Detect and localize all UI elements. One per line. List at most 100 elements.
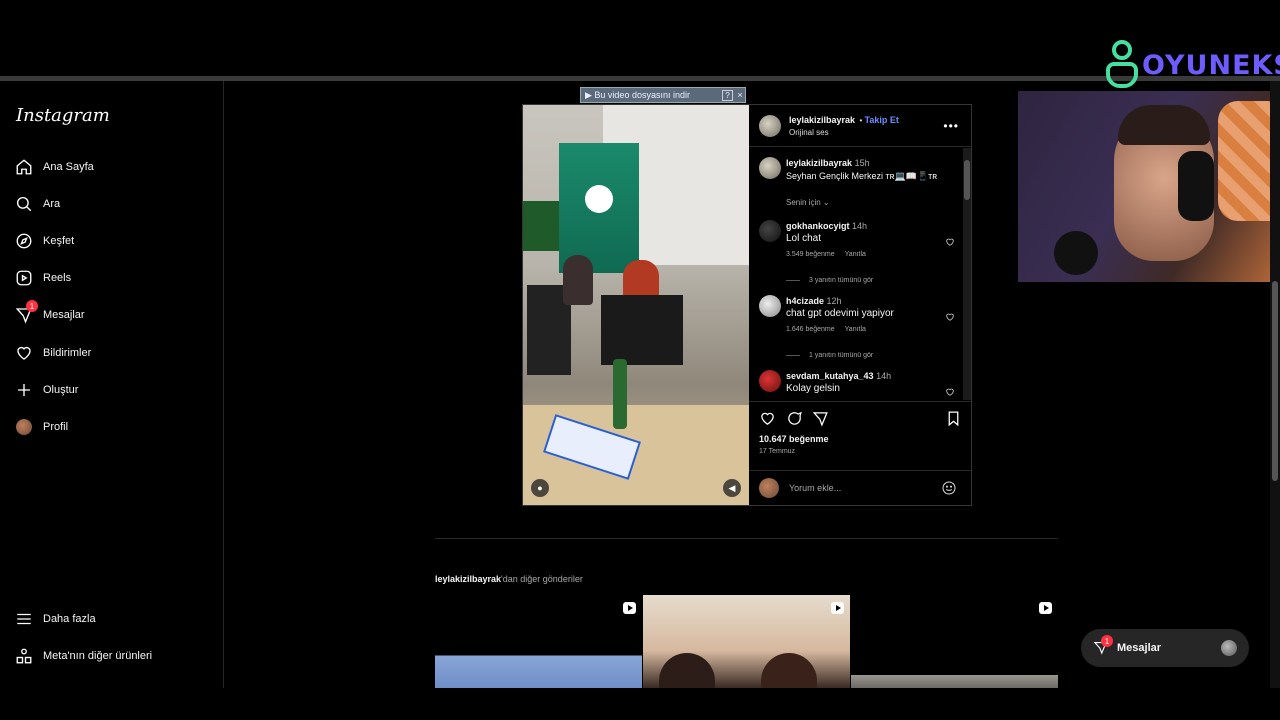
messages-pill[interactable]: 1 Mesajlar bbox=[1081, 629, 1249, 667]
sidebar-item-profile[interactable]: Profil bbox=[14, 415, 68, 439]
messages-badge: 1 bbox=[26, 300, 38, 312]
video-banner bbox=[559, 143, 639, 273]
post-actions: 10.647 beğenme 17 Temmuz bbox=[749, 401, 971, 505]
caption-line: leylakizilbayrak 15h bbox=[786, 157, 946, 169]
sidebar-item-label: Ana Sayfa bbox=[43, 161, 94, 173]
comment-user[interactable]: gokhankocyigt bbox=[786, 221, 850, 231]
sidebar-item-explore[interactable]: Keşfet bbox=[14, 229, 74, 253]
like-comment-icon[interactable] bbox=[945, 234, 955, 246]
reels-icon bbox=[623, 602, 636, 614]
view-replies[interactable]: 3 yanıtın tümünü gör bbox=[786, 277, 873, 284]
instagram-logo[interactable]: Instagram bbox=[16, 105, 110, 126]
share-icon[interactable] bbox=[812, 410, 830, 428]
comment-likes[interactable]: 3.549 beğenme bbox=[786, 251, 835, 258]
caption-user[interactable]: leylakizilbayrak bbox=[786, 158, 852, 168]
view-replies-label: 3 yanıtın tümünü gör bbox=[809, 277, 874, 284]
avatar[interactable] bbox=[759, 295, 781, 317]
sidebar-item-label: Profil bbox=[43, 421, 69, 433]
comment-user[interactable]: sevdam_kutahya_43 bbox=[786, 371, 874, 381]
like-comment-icon[interactable] bbox=[945, 309, 955, 321]
grid-person bbox=[659, 653, 715, 688]
page-scrollbar[interactable] bbox=[1270, 81, 1280, 688]
sort-dropdown[interactable]: Senin için ⌄ bbox=[786, 198, 830, 207]
like-comment-icon[interactable] bbox=[945, 384, 955, 396]
replies-dash bbox=[786, 355, 800, 356]
comment-body: gokhankocyigt 14h Lol chat 3.549 beğenme… bbox=[786, 220, 946, 258]
comment-icon[interactable] bbox=[786, 410, 804, 428]
grid-person bbox=[761, 653, 817, 688]
sidebar-item-meta-products[interactable]: Meta'nın diğer ürünleri bbox=[14, 644, 152, 668]
close-button[interactable]: × bbox=[735, 90, 745, 100]
comment-input[interactable] bbox=[789, 482, 929, 493]
sidebar-item-home[interactable]: Ana Sayfa bbox=[14, 155, 94, 179]
post-date: 17 Temmuz bbox=[759, 448, 796, 455]
sidebar-item-create[interactable]: Oluştur bbox=[14, 378, 78, 402]
webcam-headset bbox=[1178, 151, 1214, 221]
sidebar-item-messages[interactable]: 1 Mesajlar bbox=[14, 300, 85, 327]
post-sidebar: leylakizilbayrak • Takip Et Orijinal ses… bbox=[749, 105, 971, 505]
more-posts-suffix: 'dan diğer gönderiler bbox=[501, 574, 583, 584]
comment-likes[interactable]: 1.646 beğenme bbox=[786, 326, 835, 333]
comment-time: 14h bbox=[876, 371, 892, 381]
bookmark-icon[interactable] bbox=[945, 410, 963, 428]
reply-button[interactable]: Yanıtla bbox=[845, 326, 866, 333]
caption-text: Seyhan Gençlik Merkezi ᴛʀ💻📖📱ᴛʀ bbox=[786, 171, 938, 181]
sidebar-item-more[interactable]: Daha fazla bbox=[14, 607, 96, 631]
emoji-icon[interactable] bbox=[941, 480, 957, 496]
browser-top-area bbox=[0, 0, 1280, 76]
like-count[interactable]: 10.647 beğenme bbox=[759, 434, 829, 444]
comment-text: Lol chat bbox=[786, 233, 822, 244]
scrollbar-thumb[interactable] bbox=[964, 160, 970, 200]
grid-post[interactable] bbox=[435, 595, 642, 688]
volume-icon[interactable]: ◀ bbox=[723, 479, 741, 497]
avatar[interactable] bbox=[759, 157, 781, 179]
sidebar-item-label: Oluştur bbox=[43, 384, 79, 396]
avatar[interactable] bbox=[759, 370, 781, 392]
brand-glyph-head bbox=[1112, 40, 1132, 60]
like-icon[interactable] bbox=[759, 410, 777, 428]
sidebar-item-reels[interactable]: Reels bbox=[14, 266, 71, 290]
stream-brand-logo: OYUNEKS bbox=[1104, 40, 1280, 90]
caption-time: 15h bbox=[854, 158, 870, 168]
more-options-icon[interactable]: ••• bbox=[943, 119, 959, 133]
grid-post[interactable] bbox=[851, 595, 1058, 688]
comment-body: sevdam_kutahya_43 14h Kolay gelsin bbox=[786, 370, 946, 396]
video-monitor bbox=[601, 295, 683, 365]
audio-label[interactable]: Orijinal ses bbox=[789, 127, 899, 139]
post-header-line: leylakizilbayrak • Takip Et bbox=[789, 113, 899, 127]
comment-line: gokhankocyigt 14h bbox=[786, 220, 946, 232]
download-video-bar[interactable]: ▶ Bu video dosyasını indir ? × bbox=[580, 87, 746, 103]
reels-icon bbox=[1039, 602, 1052, 614]
brand-text: OYUNEKS bbox=[1142, 49, 1280, 81]
more-posts-user[interactable]: leylakizilbayrak bbox=[435, 574, 501, 584]
comments-scrollbar[interactable] bbox=[963, 148, 971, 400]
help-button[interactable]: ? bbox=[722, 89, 733, 101]
avatar[interactable] bbox=[759, 114, 781, 137]
grid-post[interactable] bbox=[643, 595, 850, 688]
avatar[interactable] bbox=[759, 220, 781, 242]
post-author[interactable]: leylakizilbayrak bbox=[789, 115, 855, 125]
comment-user[interactable]: h4cizade bbox=[786, 296, 824, 306]
view-replies[interactable]: 1 yanıtın tümünü gör bbox=[786, 352, 873, 359]
caption-body: leylakizilbayrak 15h Seyhan Gençlik Merk… bbox=[786, 157, 946, 183]
avatar bbox=[16, 419, 32, 435]
scrollbar-thumb[interactable] bbox=[1272, 281, 1278, 481]
comments-list[interactable]: leylakizilbayrak 15h Seyhan Gençlik Merk… bbox=[749, 148, 971, 400]
tagged-user-icon[interactable]: ● bbox=[531, 479, 549, 497]
avatar bbox=[1221, 640, 1237, 656]
more-posts-heading: leylakizilbayrak'dan diğer gönderiler bbox=[435, 574, 583, 584]
replies-dash bbox=[786, 280, 800, 281]
comment-text: Kolay gelsin bbox=[786, 383, 840, 394]
heart-icon bbox=[14, 343, 34, 363]
webcam-mic bbox=[1054, 231, 1098, 275]
sidebar-item-notifications[interactable]: Bildirimler bbox=[14, 341, 91, 365]
follow-button[interactable]: Takip Et bbox=[865, 115, 899, 125]
reply-button[interactable]: Yanıtla bbox=[845, 251, 866, 258]
download-video-label[interactable]: ▶ Bu video dosyasını indir bbox=[585, 90, 690, 101]
sidebar-item-search[interactable]: Ara bbox=[14, 192, 60, 216]
compass-icon bbox=[14, 231, 34, 251]
webcam-hair bbox=[1118, 105, 1210, 145]
post-video[interactable]: ● ◀ bbox=[523, 105, 749, 505]
brand-glyph-body bbox=[1106, 62, 1138, 88]
reels-icon bbox=[14, 268, 34, 288]
